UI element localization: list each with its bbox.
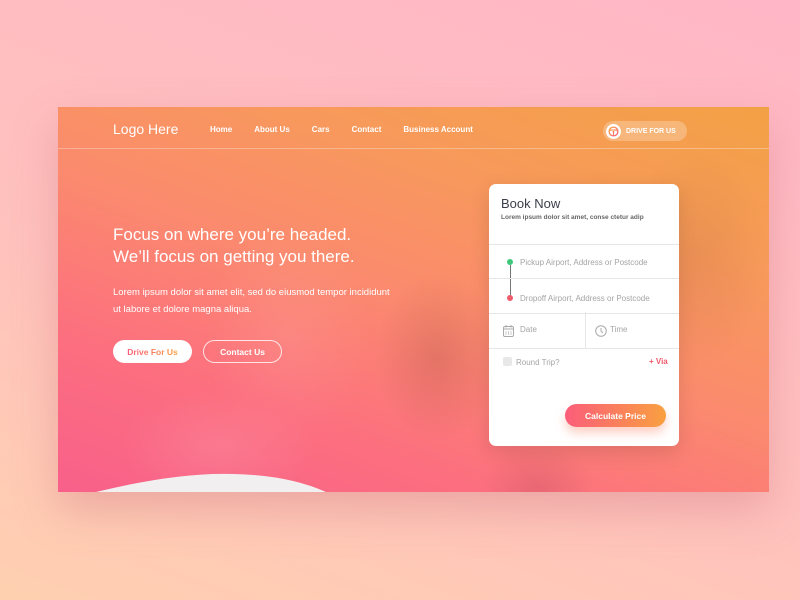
dropoff-dot-icon — [507, 295, 513, 301]
landing-page: Logo Here Home About Us Cars Contact Bus… — [58, 107, 769, 492]
time-placeholder: Time — [610, 325, 628, 334]
round-trip-label: Round Trip? — [516, 358, 560, 367]
divider — [489, 348, 679, 349]
calendar-icon — [503, 324, 514, 342]
add-via-link[interactable]: + Via — [649, 357, 668, 366]
pickup-input[interactable]: Pickup Airport, Address or Postcode — [520, 258, 648, 267]
drive-for-us-button[interactable]: Drive For Us — [113, 340, 192, 363]
nav-link-contact[interactable]: Contact — [352, 125, 382, 134]
drive-for-us-label: DRIVE FOR US — [626, 127, 676, 135]
clock-icon — [595, 324, 607, 342]
hero-subtitle: Lorem ipsum dolor sit amet elit, sed do … — [113, 287, 390, 315]
logo[interactable]: Logo Here — [113, 121, 178, 137]
date-placeholder: Date — [520, 325, 537, 334]
drive-for-us-button-label: Drive For Us — [127, 346, 178, 357]
booking-subtitle: Lorem ipsum dolor sit amet, conse ctetur… — [501, 214, 644, 221]
booking-card: Book Now Lorem ipsum dolor sit amet, con… — [489, 184, 679, 446]
bottom-wave — [96, 473, 326, 492]
round-trip-checkbox[interactable] — [503, 357, 512, 366]
nav-links: Home About Us Cars Contact Business Acco… — [210, 125, 495, 134]
route-connector — [510, 265, 511, 297]
steering-wheel-icon — [606, 123, 621, 139]
divider — [489, 244, 679, 245]
nav-link-cars[interactable]: Cars — [312, 125, 330, 134]
hero-title-line-2: We’ll focus on getting you there. — [113, 247, 355, 266]
divider — [489, 278, 679, 279]
calculate-price-button[interactable]: Calculate Price — [565, 404, 666, 427]
nav-link-home[interactable]: Home — [210, 125, 232, 134]
date-input[interactable]: Date — [489, 314, 585, 348]
dropoff-input[interactable]: Dropoff Airport, Address or Postcode — [520, 294, 650, 303]
drive-for-us-nav-button[interactable]: DRIVE FOR US — [603, 121, 687, 141]
booking-title: Book Now — [501, 196, 561, 211]
hero-title: Focus on where you’re headed. We’ll focu… — [113, 224, 355, 268]
nav-link-about-us[interactable]: About Us — [254, 125, 290, 134]
time-input[interactable]: Time — [586, 314, 679, 348]
nav-link-business-account[interactable]: Business Account — [403, 125, 473, 134]
top-nav: Logo Here Home About Us Cars Contact Bus… — [58, 107, 769, 149]
hero-title-line-1: Focus on where you’re headed. — [113, 225, 352, 244]
contact-us-button[interactable]: Contact Us — [203, 340, 282, 363]
